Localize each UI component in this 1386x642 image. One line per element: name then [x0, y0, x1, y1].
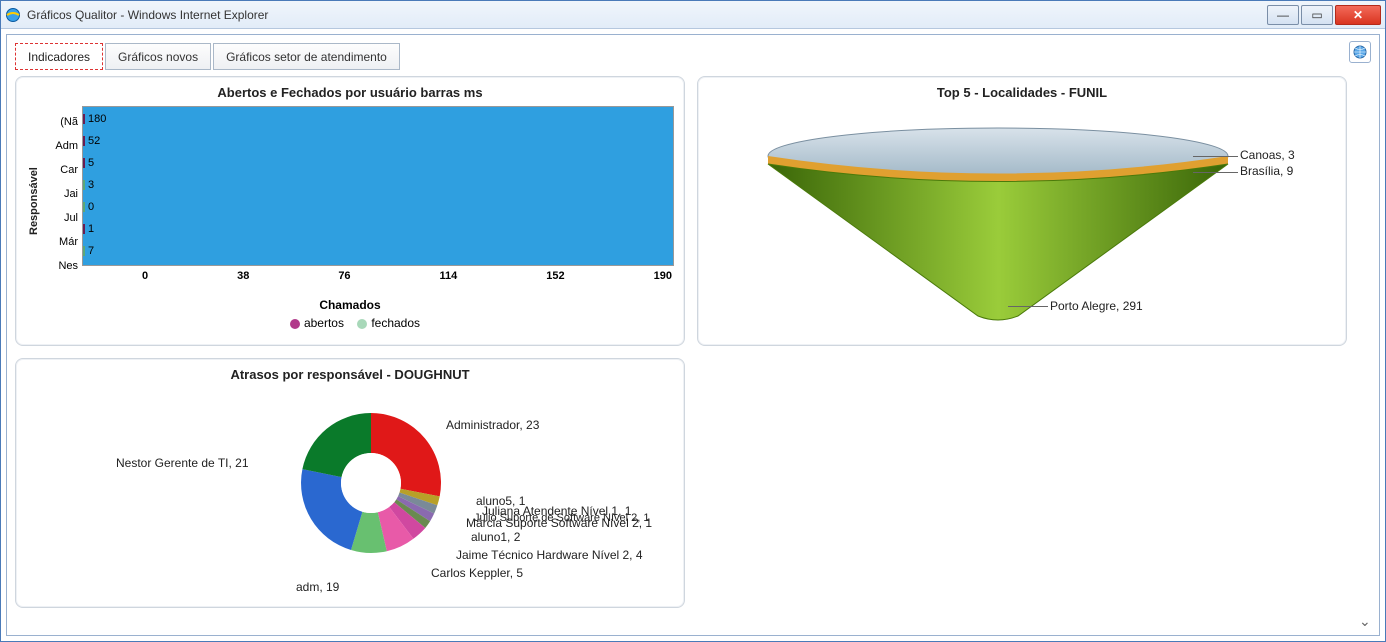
- bar-cat: Jul: [42, 212, 78, 224]
- legend-dot-fechados: [357, 319, 367, 329]
- window-title: Gráficos Qualitor - Windows Internet Exp…: [27, 8, 1267, 22]
- legend-label: abertos: [304, 316, 344, 330]
- bar-cat: Car: [42, 164, 78, 176]
- tab-indicadores[interactable]: Indicadores: [15, 43, 103, 70]
- tab-graficos-setor[interactable]: Gráficos setor de atendimento: [213, 43, 400, 70]
- donut-label-nestor: Nestor Gerente de TI, 21: [116, 456, 249, 470]
- bar-value: 180: [88, 113, 106, 125]
- window-minimize-button[interactable]: ―: [1267, 5, 1299, 25]
- bar-value: 5: [88, 157, 94, 169]
- scroll-down-icon[interactable]: ⌄: [1359, 613, 1375, 629]
- bar-xaxis: 0 38 76 114 152 190: [82, 266, 674, 282]
- donut-svg: [286, 398, 456, 568]
- xtick: 38: [237, 270, 249, 282]
- window-titlebar: Gráficos Qualitor - Windows Internet Exp…: [1, 1, 1385, 29]
- bar-value: 1: [88, 223, 94, 235]
- donut-label-jaime: Jaime Técnico Hardware Nível 2, 4: [456, 548, 643, 562]
- window-maximize-button[interactable]: ▭: [1301, 5, 1333, 25]
- bar-chart-title: Abertos e Fechados por usuário barras ms: [26, 85, 674, 100]
- xtick: 190: [654, 270, 672, 282]
- bar-value: 7: [88, 245, 94, 257]
- donut-label-aluno1: aluno1, 2: [471, 530, 520, 544]
- donut-label-julio: Julio Suporte de Software Nível 2, 1: [474, 512, 649, 524]
- window-close-button[interactable]: ✕: [1335, 5, 1381, 25]
- bar-plot-area: 180 52 5 3 0 1 7: [82, 106, 674, 266]
- xtick: 152: [546, 270, 564, 282]
- donut-label-carlos: Carlos Keppler, 5: [431, 566, 523, 580]
- refresh-button[interactable]: [1349, 41, 1371, 63]
- bar-ycategories: (Nã Adm Car Jai Jul Már Nes: [42, 106, 82, 296]
- tab-graficos-novos[interactable]: Gráficos novos: [105, 43, 211, 70]
- bar-cat: Nes: [42, 260, 78, 272]
- bar-legend: abertos fechados: [26, 316, 674, 330]
- bar-value: 3: [88, 179, 94, 191]
- funnel-svg: [748, 116, 1248, 326]
- funnel-label-brasilia: Brasília, 9: [1240, 164, 1293, 178]
- bar-cat: Már: [42, 236, 78, 248]
- donut-label-admin: Administrador, 23: [446, 418, 539, 432]
- donut-label-aluno5: aluno5, 1: [476, 494, 525, 508]
- funnel-label-canoas: Canoas, 3: [1240, 148, 1295, 162]
- xtick: 0: [142, 270, 148, 282]
- xtick: 114: [440, 270, 458, 282]
- donut-chart-title: Atrasos por responsável - DOUGHNUT: [26, 367, 674, 382]
- tab-bar: Indicadores Gráficos novos Gráficos seto…: [15, 43, 1371, 70]
- bar-cat: Jai: [42, 188, 78, 200]
- panel-donut-chart: Atrasos por responsável - DOUGHNUT: [15, 358, 685, 608]
- bar-cat: Adm: [42, 140, 78, 152]
- funnel-chart-title: Top 5 - Localidades - FUNIL: [708, 85, 1336, 100]
- xtick: 76: [338, 270, 350, 282]
- bar-value: 0: [88, 201, 94, 213]
- bar-cat: (Nã: [42, 116, 78, 128]
- donut-label-adm: adm, 19: [296, 580, 339, 594]
- panel-funnel-chart: Top 5 - Localidades - FUNIL Canoas, 3: [697, 76, 1347, 346]
- legend-label: fechados: [371, 316, 420, 330]
- bar-ylabel: Responsável: [26, 106, 42, 296]
- ie-logo-icon: [5, 7, 21, 23]
- bar-value: 52: [88, 135, 100, 147]
- bar-xlabel: Chamados: [26, 298, 674, 312]
- funnel-label-porto-alegre: Porto Alegre, 291: [1050, 299, 1143, 313]
- panel-bar-chart: Abertos e Fechados por usuário barras ms…: [15, 76, 685, 346]
- legend-dot-abertos: [290, 319, 300, 329]
